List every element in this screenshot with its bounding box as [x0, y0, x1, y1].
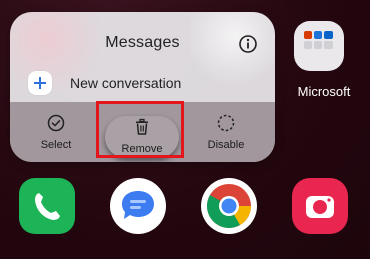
info-icon[interactable]	[238, 34, 258, 54]
remove-highlight-box	[96, 101, 184, 158]
new-conversation-item[interactable]: New conversation	[28, 68, 268, 98]
chrome-app-icon[interactable]	[201, 178, 257, 234]
microsoft-folder[interactable]	[294, 21, 344, 71]
plus-icon	[28, 71, 52, 95]
camera-app-icon[interactable]	[292, 178, 348, 234]
disable-button[interactable]: Disable	[191, 102, 261, 162]
select-label: Select	[40, 139, 72, 151]
new-conversation-label: New conversation	[70, 75, 182, 91]
select-button[interactable]: Select	[21, 102, 91, 162]
disable-label: Disable	[207, 139, 245, 151]
popup-title: Messages	[105, 34, 180, 51]
folder-app-icons	[304, 31, 333, 49]
dashed-circle-icon	[217, 114, 235, 132]
check-circle-icon	[47, 114, 65, 132]
phone-app-icon[interactable]	[19, 178, 75, 234]
microsoft-folder-label: Microsoft	[297, 84, 351, 99]
messages-app-icon[interactable]	[110, 178, 166, 234]
